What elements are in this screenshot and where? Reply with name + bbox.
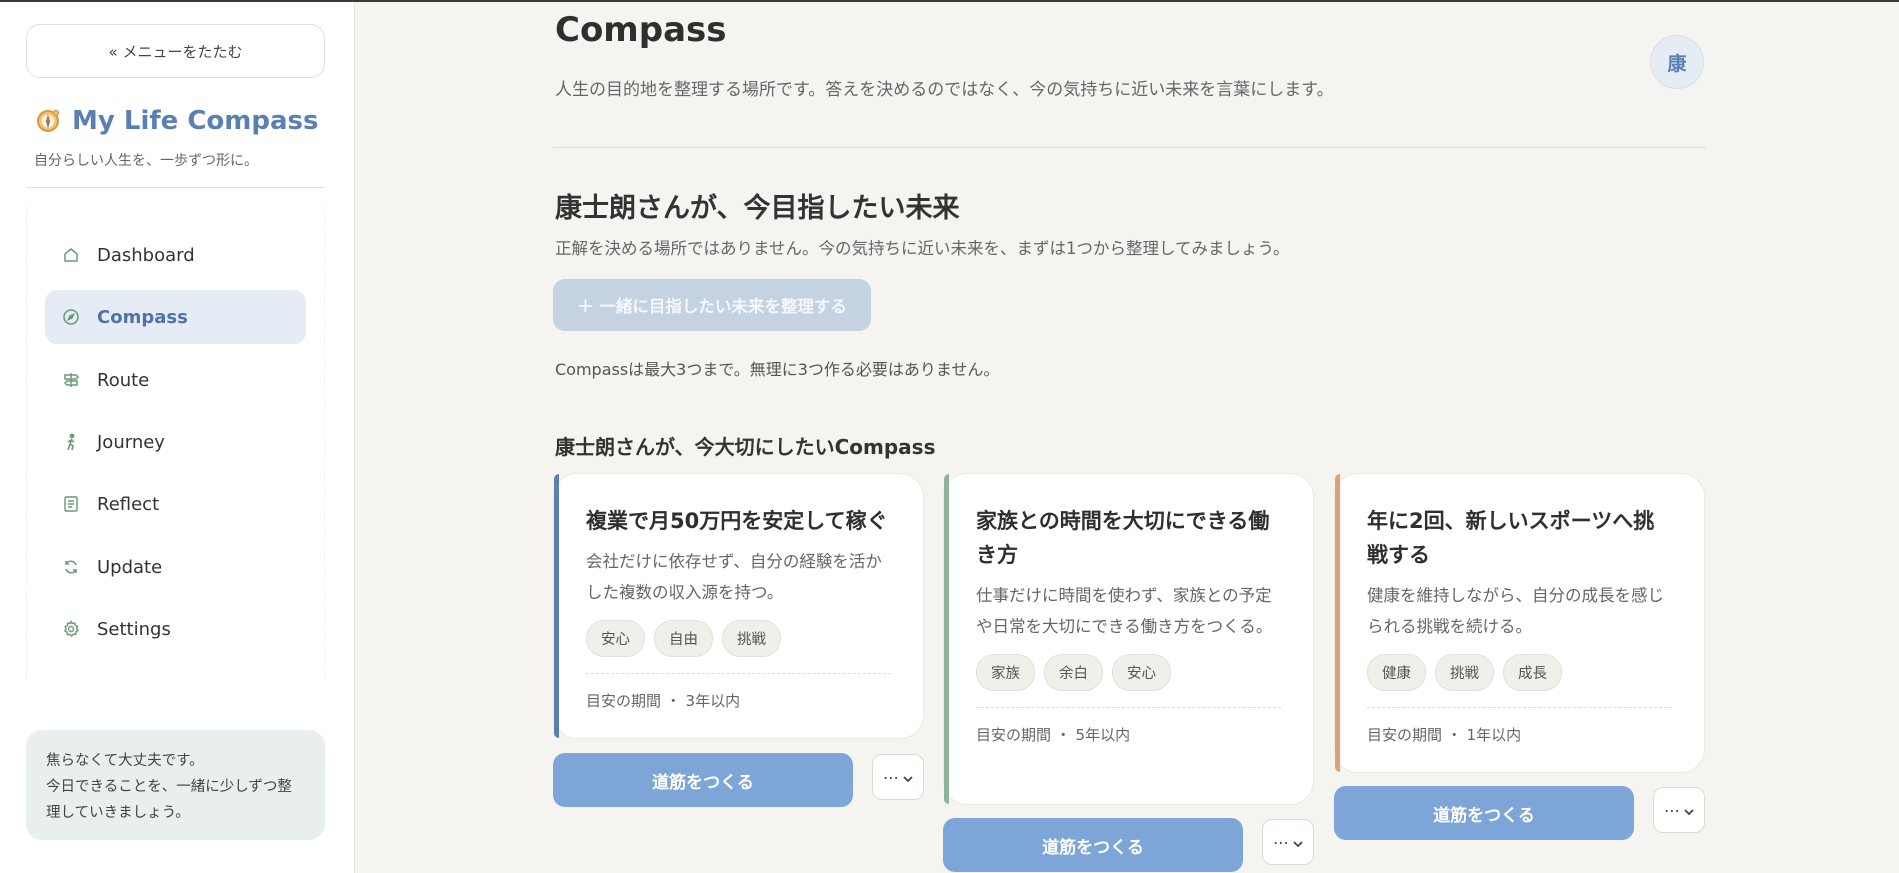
brand-subtitle: 自分らしい人生を、一歩ずつ形に。 bbox=[34, 153, 258, 169]
avatar[interactable]: 康 bbox=[1650, 35, 1704, 89]
card-period: 目安の期間 ・ 5年以内 bbox=[976, 726, 1131, 744]
card-accent bbox=[944, 474, 949, 804]
tag-list: 安心 自由 挑戦 bbox=[586, 620, 891, 657]
card-title: 家族との時間を大切にできる働き方 bbox=[976, 509, 1270, 567]
brand: My Life Compass bbox=[34, 106, 319, 136]
page-title: Compass bbox=[555, 10, 727, 50]
tag: 成長 bbox=[1503, 654, 1562, 691]
tag-list: 家族 余白 安心 bbox=[976, 654, 1281, 691]
card-accent bbox=[1335, 474, 1340, 772]
encouragement-line: 今日できることを、一緒に少しずつ整 bbox=[46, 779, 292, 795]
gear-icon bbox=[61, 619, 81, 639]
more-options-button[interactable]: ⋯ bbox=[1653, 787, 1705, 833]
home-icon bbox=[61, 245, 81, 265]
notes-icon bbox=[61, 494, 81, 514]
signpost-icon bbox=[61, 370, 81, 390]
divider bbox=[26, 187, 325, 188]
tag: 家族 bbox=[976, 654, 1035, 691]
create-route-button[interactable]: 道筋をつくる bbox=[553, 753, 853, 807]
compass-heading: 康士朗さんが、今大切にしたいCompass bbox=[555, 435, 936, 459]
card-title: 年に2回、新しいスポーツへ挑戦する bbox=[1367, 509, 1655, 567]
sidebar-item-label: Route bbox=[97, 369, 150, 391]
page-description: 人生の目的地を整理する場所です。答えを決めるのではなく、今の気持ちに近い未来を言… bbox=[555, 80, 1334, 100]
sidebar-item-journey[interactable]: Journey bbox=[45, 415, 306, 469]
sidebar-item-update[interactable]: Update bbox=[45, 540, 306, 594]
sidebar-item-dashboard[interactable]: Dashboard bbox=[45, 228, 306, 282]
tag: 挑戦 bbox=[1435, 654, 1494, 691]
sidebar-item-reflect[interactable]: Reflect bbox=[45, 477, 306, 531]
brand-title: My Life Compass bbox=[72, 106, 319, 136]
walking-icon bbox=[61, 432, 81, 452]
compass-logo-icon bbox=[34, 107, 62, 135]
sidebar: « メニューをたたむ My Life Compass 自分らしい人生を、一歩ずつ… bbox=[0, 2, 355, 873]
card-title: 複業で月50万円を安定して稼ぐ bbox=[586, 509, 888, 533]
future-subtitle: 正解を決める場所ではありません。今の気持ちに近い未来を、まずは1つから整理してみ… bbox=[555, 239, 1290, 258]
compass-icon bbox=[61, 307, 81, 327]
more-options-button[interactable]: ⋯ bbox=[872, 754, 924, 800]
tag: 安心 bbox=[1112, 654, 1171, 691]
chevron-down-icon bbox=[1293, 833, 1303, 852]
collapse-menu-button[interactable]: « メニューをたたむ bbox=[26, 24, 325, 78]
more-label: ⋯ bbox=[883, 767, 899, 787]
chevron-down-icon bbox=[1684, 801, 1694, 820]
sidebar-item-compass[interactable]: Compass bbox=[45, 290, 306, 344]
sidebar-item-label: Journey bbox=[97, 431, 165, 453]
sidebar-item-label: Dashboard bbox=[97, 244, 195, 266]
tag: 健康 bbox=[1367, 654, 1426, 691]
limit-note: Compassは最大3つまで。無理に3つ作る必要はありません。 bbox=[555, 360, 1000, 379]
tag: 余白 bbox=[1044, 654, 1103, 691]
tag: 自由 bbox=[654, 620, 713, 657]
card-period: 目安の期間 ・ 1年以内 bbox=[1367, 726, 1522, 744]
divider bbox=[553, 147, 1706, 148]
sidebar-item-route[interactable]: Route bbox=[45, 353, 306, 407]
compass-card[interactable]: 年に2回、新しいスポーツへ挑戦する 健康を維持しながら、自分の成長を感じられる挑… bbox=[1334, 473, 1705, 773]
sidebar-item-settings[interactable]: Settings bbox=[45, 602, 306, 656]
more-options-button[interactable]: ⋯ bbox=[1262, 819, 1314, 865]
tag: 挑戦 bbox=[722, 620, 781, 657]
encouragement-box: 焦らなくて大丈夫です。 今日できることを、一緒に少しずつ整 理していきましょう。 bbox=[26, 730, 325, 840]
sidebar-item-label: Update bbox=[97, 556, 163, 578]
future-heading: 康士朗さんが、今目指したい未来 bbox=[555, 193, 960, 224]
more-label: ⋯ bbox=[1273, 832, 1289, 852]
sidebar-item-label: Settings bbox=[97, 618, 171, 640]
card-description: 会社だけに依存せず、自分の経験を活かした複数の収入源を持つ。 bbox=[586, 552, 882, 602]
refresh-icon bbox=[61, 557, 81, 577]
tag: 安心 bbox=[586, 620, 645, 657]
create-route-button[interactable]: 道筋をつくる bbox=[943, 818, 1243, 872]
encouragement-line: 理していきましょう。 bbox=[46, 805, 190, 821]
compass-card[interactable]: 複業で月50万円を安定して稼ぐ 会社だけに依存せず、自分の経験を活かした複数の収… bbox=[553, 473, 924, 739]
create-route-button[interactable]: 道筋をつくる bbox=[1334, 786, 1634, 840]
chevron-down-icon bbox=[903, 768, 913, 787]
encouragement-line: 焦らなくて大丈夫です。 bbox=[46, 753, 204, 769]
card-description: 仕事だけに時間を使わず、家族との予定や日常を大切にできる働き方をつくる。 bbox=[976, 586, 1273, 636]
card-accent bbox=[554, 474, 559, 738]
card-description: 健康を維持しながら、自分の成長を感じられる挑戦を続ける。 bbox=[1367, 586, 1664, 636]
more-label: ⋯ bbox=[1664, 800, 1680, 820]
sidebar-item-label: Compass bbox=[97, 306, 188, 328]
sidebar-item-label: Reflect bbox=[97, 493, 160, 515]
card-period: 目安の期間 ・ 3年以内 bbox=[586, 692, 741, 710]
add-future-button[interactable]: ＋ 一緒に目指したい未来を整理する bbox=[553, 279, 871, 331]
compass-card[interactable]: 家族との時間を大切にできる働き方 仕事だけに時間を使わず、家族との予定や日常を大… bbox=[943, 473, 1314, 805]
tag-list: 健康 挑戦 成長 bbox=[1367, 654, 1672, 691]
